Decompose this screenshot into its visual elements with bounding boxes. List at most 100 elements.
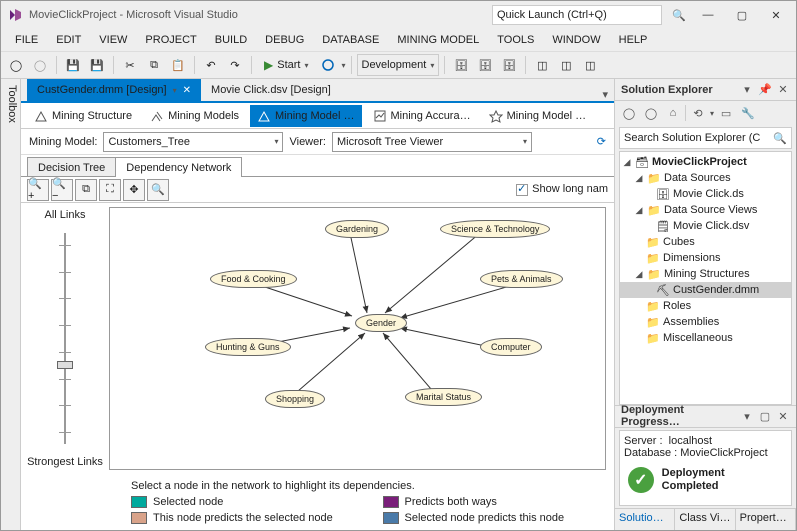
menu-build[interactable]: BUILD (207, 32, 255, 48)
menu-view[interactable]: VIEW (91, 32, 135, 48)
save-button[interactable]: 💾 (62, 54, 84, 76)
subtab-dependency-network[interactable]: Dependency Network (115, 157, 242, 177)
tab-solution[interactable]: Solutio… (615, 509, 675, 530)
deploy-title: Deployment Progress… (621, 404, 736, 428)
tab-mining-accuracy[interactable]: Mining Accura… (366, 105, 478, 127)
quick-launch-input[interactable]: Quick Launch (Ctrl+Q) (492, 5, 662, 25)
pan-button[interactable]: ✥ (123, 179, 145, 201)
cut-button[interactable]: ✂ (119, 54, 141, 76)
menu-edit[interactable]: EDIT (48, 32, 89, 48)
config-dropdown[interactable]: Development▾ (357, 54, 440, 76)
tab-mining-structure[interactable]: Mining Structure (27, 105, 139, 127)
toolbox-panel[interactable]: Toolbox (1, 79, 21, 530)
search-icon[interactable]: 🔍 (670, 6, 688, 24)
cube-icon-2[interactable]: ◫ (555, 54, 577, 76)
node-marital[interactable]: Marital Status (405, 388, 482, 406)
node-gender[interactable]: Gender (355, 314, 407, 332)
db-icon-3[interactable]: 🗄 (498, 54, 520, 76)
db-icon-2[interactable]: 🗄 (474, 54, 496, 76)
subtab-decision-tree[interactable]: Decision Tree (27, 157, 116, 177)
redo-button[interactable]: ↷ (224, 54, 246, 76)
folder-icon: 📁 (647, 267, 661, 281)
node-science[interactable]: Science & Technology (440, 220, 550, 238)
se-sync-icon[interactable]: ⟲ (688, 103, 708, 123)
window-title: MovieClickProject - Microsoft Visual Stu… (29, 9, 238, 21)
show-long-names-checkbox[interactable]: Show long nam (516, 183, 608, 195)
refresh-icon[interactable]: ⟳ (597, 135, 606, 148)
node-computer[interactable]: Computer (480, 338, 542, 356)
menu-help[interactable]: HELP (611, 32, 656, 48)
solution-search-input[interactable]: Search Solution Explorer (C🔍 (619, 127, 792, 149)
dependency-canvas[interactable]: Gardening Science & Technology Food & Co… (109, 207, 606, 470)
copy-graph-button[interactable]: ⧉ (75, 179, 97, 201)
node-gardening[interactable]: Gardening (325, 220, 389, 238)
maximize-button[interactable]: ▢ (728, 5, 756, 25)
menu-window[interactable]: WINDOW (544, 32, 608, 48)
zoom-out-button[interactable]: 🔍− (51, 179, 73, 201)
tab-mining-prediction[interactable]: Mining Model … (482, 105, 593, 127)
zoom-in-button[interactable]: 🔍+ (27, 179, 49, 201)
pin-icon[interactable]: 📌 (758, 83, 772, 96)
paste-button[interactable]: 📋 (167, 54, 189, 76)
viewer-select[interactable]: Microsoft Tree Viewer▾ (332, 132, 532, 152)
node-pets[interactable]: Pets & Animals (480, 270, 563, 288)
folder-icon: 📁 (647, 171, 661, 185)
tree-item-custgender[interactable]: ⛏CustGender.dmm (620, 282, 791, 298)
menu-database[interactable]: DATABASE (314, 32, 387, 48)
doc-tab-custgender[interactable]: CustGender.dmm [Design]▾✕ (27, 79, 201, 101)
tab-class-view[interactable]: Class Vi… (675, 509, 735, 530)
doc-tabs-dropdown[interactable]: ▾ (596, 88, 614, 101)
cube-icon-3[interactable]: ◫ (579, 54, 601, 76)
edges (110, 208, 605, 469)
deploy-close-icon[interactable]: ✕ (776, 410, 790, 423)
chevron-down-icon[interactable]: ▾ (341, 61, 345, 70)
datasource-icon: 🗄 (656, 187, 670, 201)
menu-file[interactable]: FILE (7, 32, 46, 48)
menu-project[interactable]: PROJECT (137, 32, 204, 48)
tab-mining-viewer[interactable]: Mining Model … (250, 105, 361, 127)
menu-debug[interactable]: DEBUG (257, 32, 312, 48)
minimize-button[interactable]: — (694, 5, 722, 25)
save-all-button[interactable]: 💾 (86, 54, 108, 76)
deploy-pin-icon[interactable]: ▢ (758, 410, 772, 423)
db-icon-1[interactable]: 🗄 (450, 54, 472, 76)
nav-fwd-button[interactable]: ◯ (29, 54, 51, 76)
menu-mining-model[interactable]: MINING MODEL (389, 32, 487, 48)
menu-tools[interactable]: TOOLS (489, 32, 542, 48)
cube-icon-1[interactable]: ◫ (531, 54, 553, 76)
folder-icon: 📁 (646, 331, 660, 345)
solution-tree[interactable]: ◢🗃MovieClickProject ◢📁Data Sources 🗄Movi… (619, 151, 792, 405)
doc-tab-movieclick[interactable]: Movie Click.dsv [Design] (201, 79, 341, 101)
panel-menu-icon[interactable]: ▾ (740, 83, 754, 96)
node-shopping[interactable]: Shopping (265, 390, 325, 408)
close-button[interactable]: ✕ (762, 5, 790, 25)
node-hunting[interactable]: Hunting & Guns (205, 338, 291, 356)
tab-mining-models[interactable]: Mining Models (143, 105, 246, 127)
folder-icon: 📁 (646, 299, 660, 313)
close-tab-icon[interactable]: ✕ (183, 85, 191, 96)
start-button[interactable]: ▶Start▾ (257, 54, 315, 76)
project-icon: 🗃 (635, 155, 649, 169)
success-icon: ✓ (628, 467, 654, 493)
copy-button[interactable]: ⧉ (143, 54, 165, 76)
se-back-icon[interactable]: ◯ (619, 103, 639, 123)
se-fwd-icon[interactable]: ◯ (641, 103, 661, 123)
node-food[interactable]: Food & Cooking (210, 270, 297, 288)
se-collapse-icon[interactable]: ▭ (716, 103, 736, 123)
close-panel-icon[interactable]: ✕ (776, 83, 790, 96)
link-strength-slider[interactable] (53, 227, 77, 450)
se-home-icon[interactable]: ⌂ (663, 103, 683, 123)
viewer-label: Viewer: (289, 136, 325, 148)
swatch-selected (131, 496, 147, 508)
mining-model-select[interactable]: Customers_Tree▾ (103, 132, 283, 152)
se-props-icon[interactable]: 🔧 (738, 103, 758, 123)
undo-button[interactable]: ↶ (200, 54, 222, 76)
nav-back-button[interactable]: ◯ (5, 54, 27, 76)
folder-icon: 📁 (646, 251, 660, 265)
tab-properties[interactable]: Propert… (736, 509, 796, 530)
browser-dropdown[interactable] (317, 54, 339, 76)
find-button[interactable]: 🔍 (147, 179, 169, 201)
deploy-menu-icon[interactable]: ▾ (740, 410, 754, 423)
fit-button[interactable]: ⛶ (99, 179, 121, 201)
swatch-both (383, 496, 399, 508)
